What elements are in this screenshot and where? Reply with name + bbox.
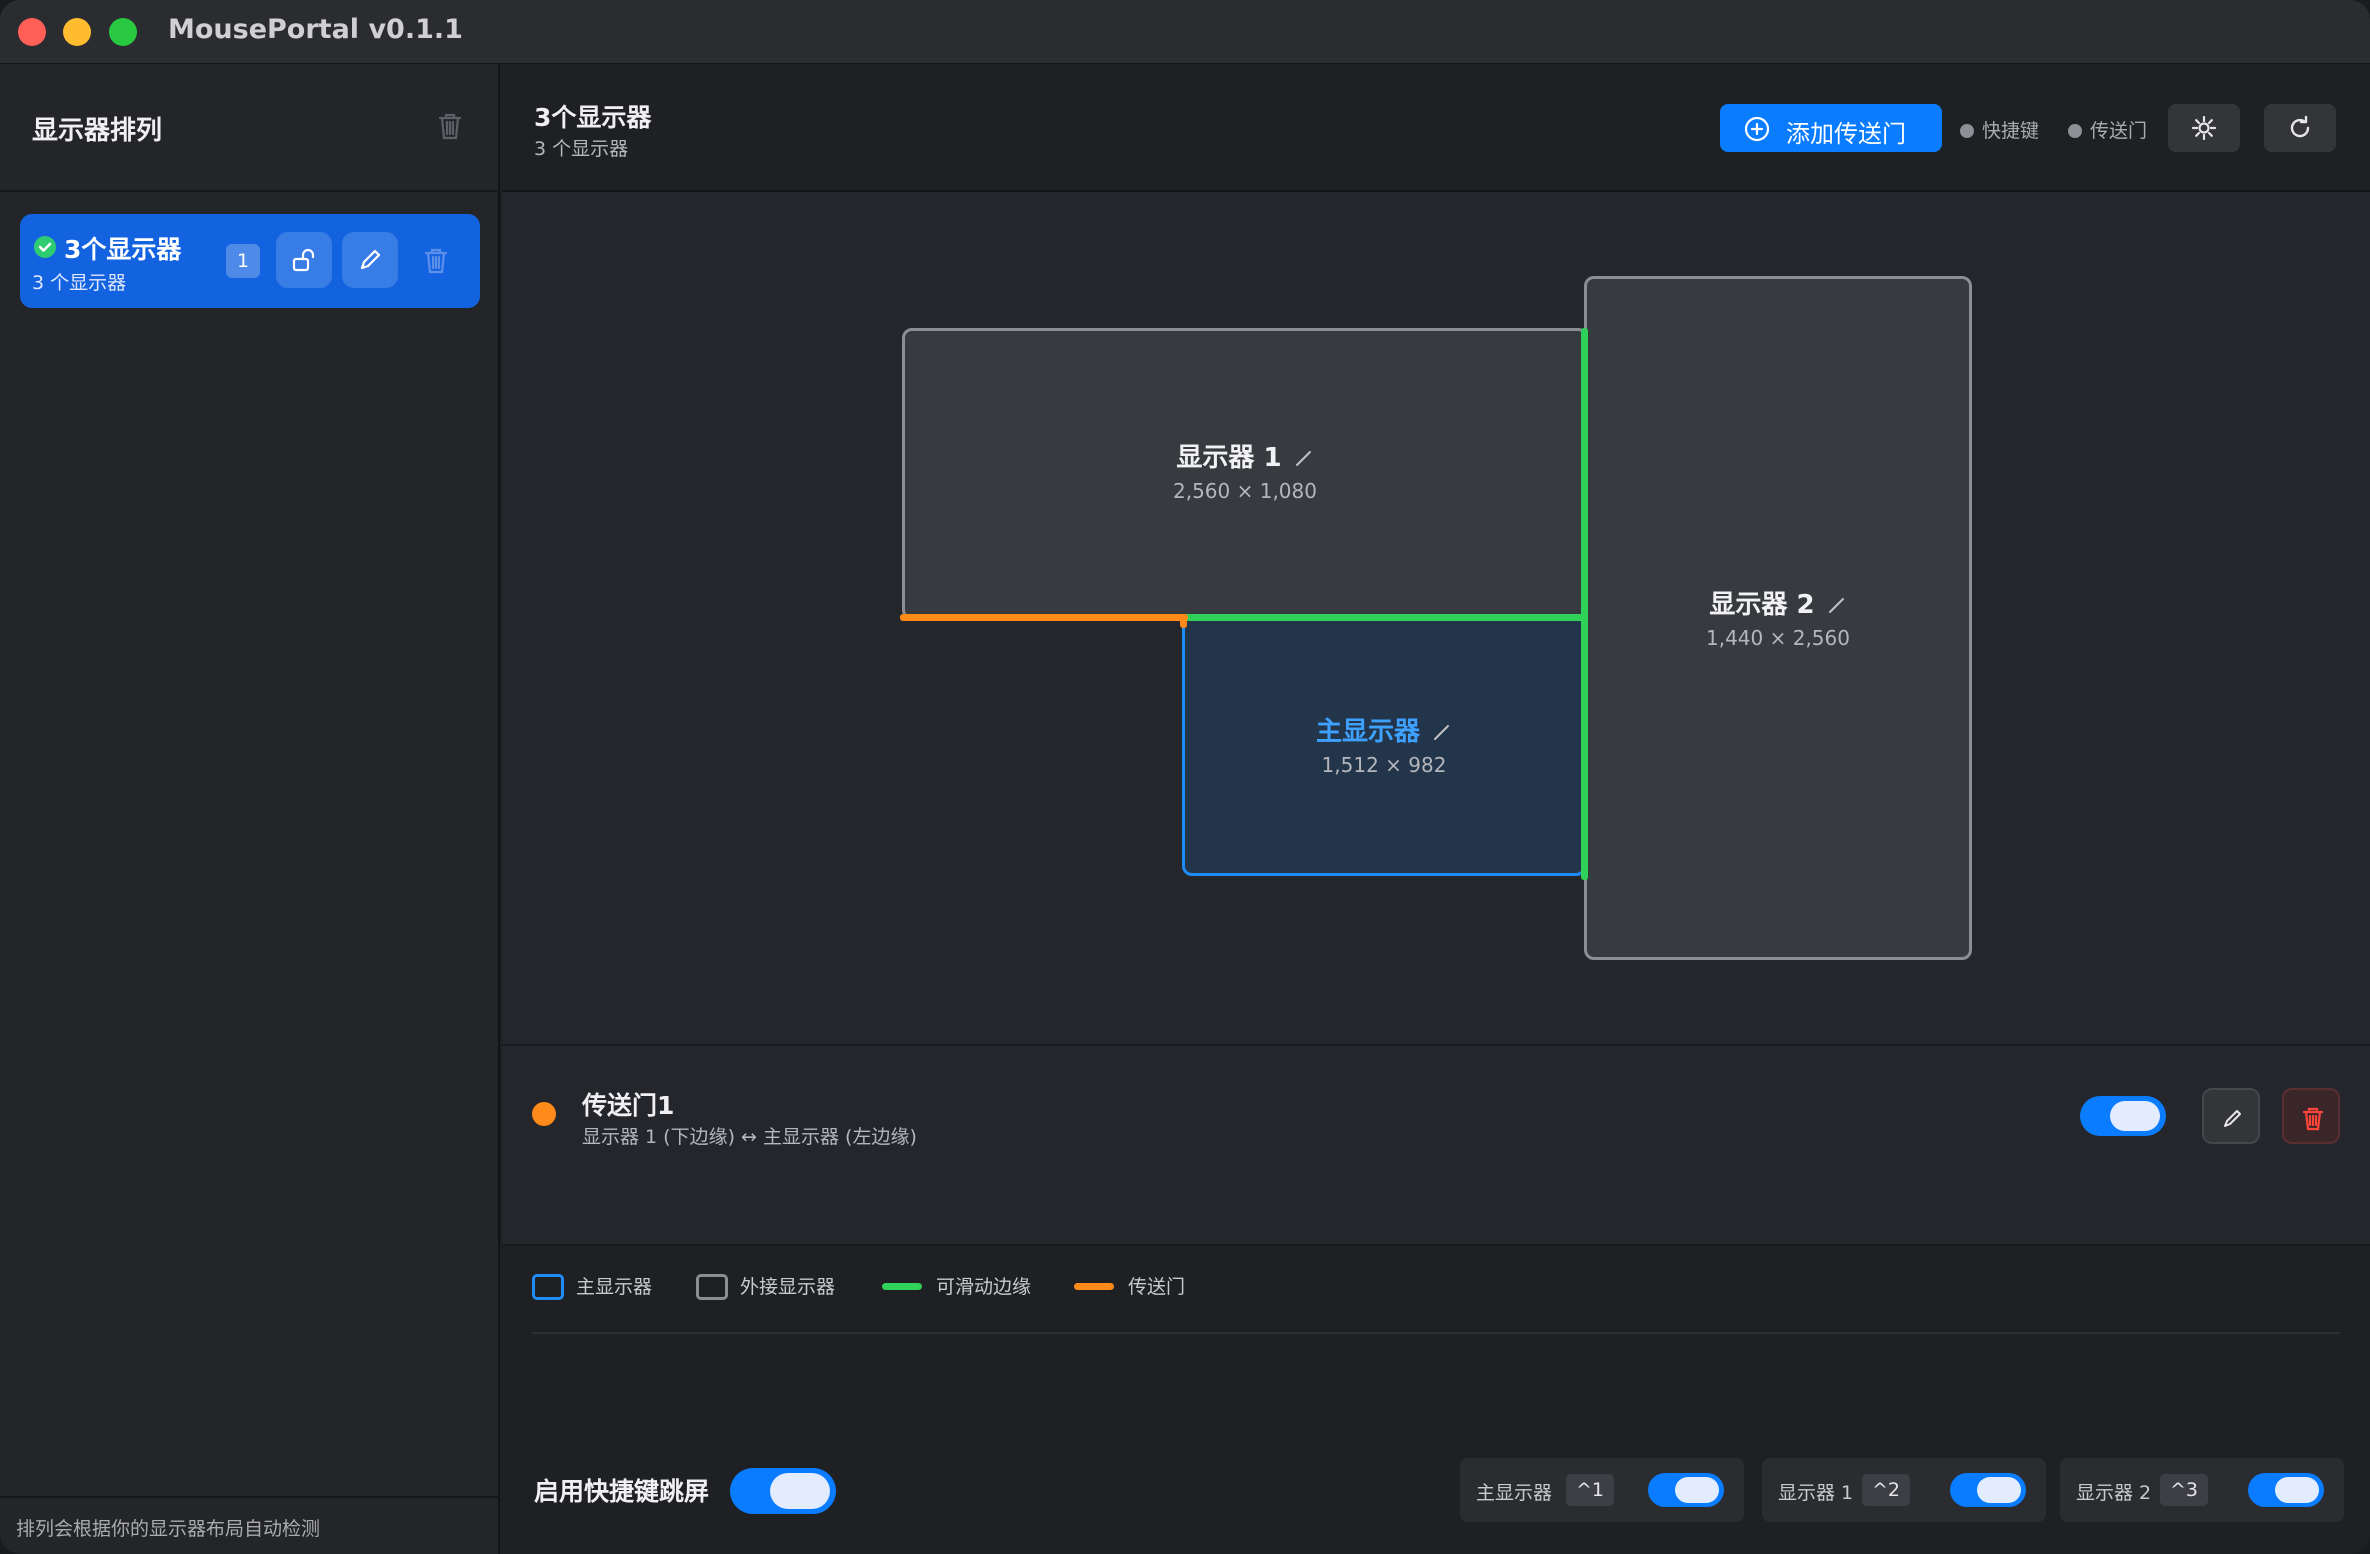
sidebar-title: 显示器排列 bbox=[32, 116, 163, 146]
layout-subtitle: 3 个显示器 bbox=[32, 272, 127, 294]
toggle-knob bbox=[770, 1473, 830, 1509]
hotkey-key[interactable]: ^2 bbox=[1862, 1474, 1911, 1506]
edit-portal-button[interactable] bbox=[2202, 1088, 2260, 1144]
bottom-panel: 主显示器 外接显示器 可滑动边缘 传送门 启用快捷键跳屏 主显示器 ^1 显示器… bbox=[502, 1246, 2370, 1554]
portal-color-dot bbox=[532, 1102, 556, 1126]
external-swatch bbox=[696, 1274, 728, 1300]
display-resolution: 1,512 × 982 bbox=[1321, 753, 1447, 777]
layout-number-badge: 1 bbox=[226, 244, 260, 278]
sidebar-delete-button[interactable] bbox=[436, 110, 468, 144]
delete-portal-button[interactable] bbox=[2282, 1088, 2340, 1144]
primary-swatch bbox=[532, 1274, 564, 1300]
edit-layout-button[interactable] bbox=[342, 232, 398, 288]
display-2[interactable]: 显示器 2 1,440 × 2,560 bbox=[1584, 276, 1972, 960]
active-check-icon bbox=[34, 236, 56, 258]
divider bbox=[532, 1332, 2340, 1334]
display-name: 显示器 1 bbox=[1176, 443, 1282, 473]
slidable-edge-horizontal[interactable] bbox=[1184, 614, 1588, 621]
legend-portal: 传送门 bbox=[1074, 1272, 1185, 1299]
hotkey-key[interactable]: ^1 bbox=[1566, 1474, 1615, 1506]
trash-icon bbox=[438, 113, 462, 140]
portal-edge-primary[interactable] bbox=[1180, 614, 1187, 628]
portal-description: 显示器 1 (下边缘) ↔ 主显示器 (左边缘) bbox=[582, 1126, 917, 1148]
legend-primary: 主显示器 bbox=[532, 1272, 652, 1300]
main-header: 3个显示器 3 个显示器 添加传送门 快捷键 传送门 bbox=[502, 64, 2370, 192]
layout-item[interactable]: 3个显示器 3 个显示器 1 bbox=[20, 214, 480, 308]
portal-enable-toggle[interactable] bbox=[2080, 1096, 2166, 1136]
hotkey-status: 快捷键 bbox=[1960, 116, 2039, 143]
status-dot-icon bbox=[2068, 124, 2082, 138]
slidable-edge-vertical[interactable] bbox=[1581, 328, 1588, 880]
trash-icon bbox=[2302, 1107, 2324, 1131]
close-window-button[interactable] bbox=[18, 18, 46, 46]
app-window: MousePortal v0.1.1 显示器排列 3个显示器 3 个显示器 1 bbox=[0, 0, 2370, 1554]
portal-edge-display-1[interactable] bbox=[900, 614, 1188, 621]
add-portal-button[interactable]: 添加传送门 bbox=[1720, 104, 1942, 152]
page-subtitle: 3 个显示器 bbox=[534, 138, 629, 160]
add-portal-label: 添加传送门 bbox=[1786, 120, 1906, 148]
hotkey-card-display-1: 显示器 1 ^2 bbox=[1762, 1458, 2046, 1522]
edit-display-name-icon[interactable] bbox=[1827, 595, 1847, 615]
hotkey-toggle[interactable] bbox=[1648, 1473, 1724, 1507]
legend-external: 外接显示器 bbox=[696, 1272, 835, 1300]
pencil-icon bbox=[2224, 1110, 2241, 1127]
toggle-knob bbox=[2110, 1101, 2160, 1131]
hotkey-card-display-2: 显示器 2 ^3 bbox=[2060, 1458, 2344, 1522]
refresh-icon bbox=[2290, 115, 2310, 138]
legend-slidable: 可滑动边缘 bbox=[882, 1272, 1031, 1299]
portal-list: 传送门1 显示器 1 (下边缘) ↔ 主显示器 (左边缘) bbox=[502, 1048, 2370, 1246]
hotkey-display-name: 显示器 2 bbox=[2076, 1482, 2152, 1504]
display-name: 显示器 2 bbox=[1709, 590, 1815, 620]
hotkey-card-primary: 主显示器 ^1 bbox=[1460, 1458, 1744, 1522]
auto-detect-hint: 排列会根据你的显示器布局自动检测 bbox=[16, 1518, 321, 1540]
portal-swatch bbox=[1074, 1283, 1114, 1290]
app-title: MousePortal v0.1.1 bbox=[168, 14, 463, 45]
sidebar: 显示器排列 3个显示器 3 个显示器 1 排列会根据你的显示器布局自动检测 bbox=[0, 64, 500, 1554]
trash-icon bbox=[424, 248, 448, 274]
page-title: 3个显示器 bbox=[534, 103, 652, 132]
portal-name: 传送门1 bbox=[582, 1091, 675, 1120]
zoom-window-button[interactable] bbox=[109, 18, 137, 46]
hotkey-key[interactable]: ^3 bbox=[2160, 1474, 2209, 1506]
toggle-knob bbox=[1977, 1477, 2021, 1503]
display-arrangement-canvas[interactable]: 显示器 1 2,560 × 1,080 显示器 2 1,440 × 2,560 … bbox=[502, 194, 2370, 1046]
title-bar: MousePortal v0.1.1 bbox=[0, 0, 2370, 64]
hotkey-toggle[interactable] bbox=[2248, 1473, 2324, 1507]
display-name: 主显示器 bbox=[1315, 717, 1420, 747]
gear-icon bbox=[2191, 115, 2217, 141]
hotkey-display-name: 显示器 1 bbox=[1778, 1482, 1854, 1504]
unlock-layout-button[interactable] bbox=[276, 232, 332, 288]
main-panel: 3个显示器 3 个显示器 添加传送门 快捷键 传送门 显示器 1 2,560 ×… bbox=[502, 64, 2370, 1554]
hotkey-display-name: 主显示器 bbox=[1476, 1482, 1553, 1504]
toggle-knob bbox=[1675, 1477, 1719, 1503]
unlock-icon bbox=[292, 248, 315, 272]
hotkey-jump-toggle[interactable] bbox=[730, 1468, 836, 1514]
settings-button[interactable] bbox=[2168, 104, 2240, 152]
plus-circle-icon bbox=[1744, 116, 1770, 142]
portal-status: 传送门 bbox=[2068, 116, 2147, 143]
minimize-window-button[interactable] bbox=[63, 18, 91, 46]
hotkey-toggle[interactable] bbox=[1950, 1473, 2026, 1507]
pencil-icon bbox=[360, 249, 381, 270]
slidable-swatch bbox=[882, 1283, 922, 1290]
primary-display[interactable]: 主显示器 1,512 × 982 bbox=[1182, 616, 1586, 876]
edit-display-name-icon[interactable] bbox=[1294, 448, 1314, 468]
layout-name: 3个显示器 bbox=[64, 235, 182, 264]
edit-display-name-icon[interactable] bbox=[1432, 722, 1452, 742]
display-resolution: 1,440 × 2,560 bbox=[1706, 626, 1850, 650]
display-1[interactable]: 显示器 1 2,560 × 1,080 bbox=[902, 328, 1588, 620]
refresh-button[interactable] bbox=[2264, 104, 2336, 152]
delete-layout-button[interactable] bbox=[408, 232, 464, 288]
hotkey-jump-label: 启用快捷键跳屏 bbox=[534, 1477, 710, 1506]
sidebar-header: 显示器排列 bbox=[0, 64, 500, 192]
display-resolution: 2,560 × 1,080 bbox=[1173, 479, 1317, 503]
toggle-knob bbox=[2275, 1477, 2319, 1503]
sidebar-footer: 排列会根据你的显示器布局自动检测 bbox=[0, 1496, 500, 1554]
status-dot-icon bbox=[1960, 124, 1974, 138]
